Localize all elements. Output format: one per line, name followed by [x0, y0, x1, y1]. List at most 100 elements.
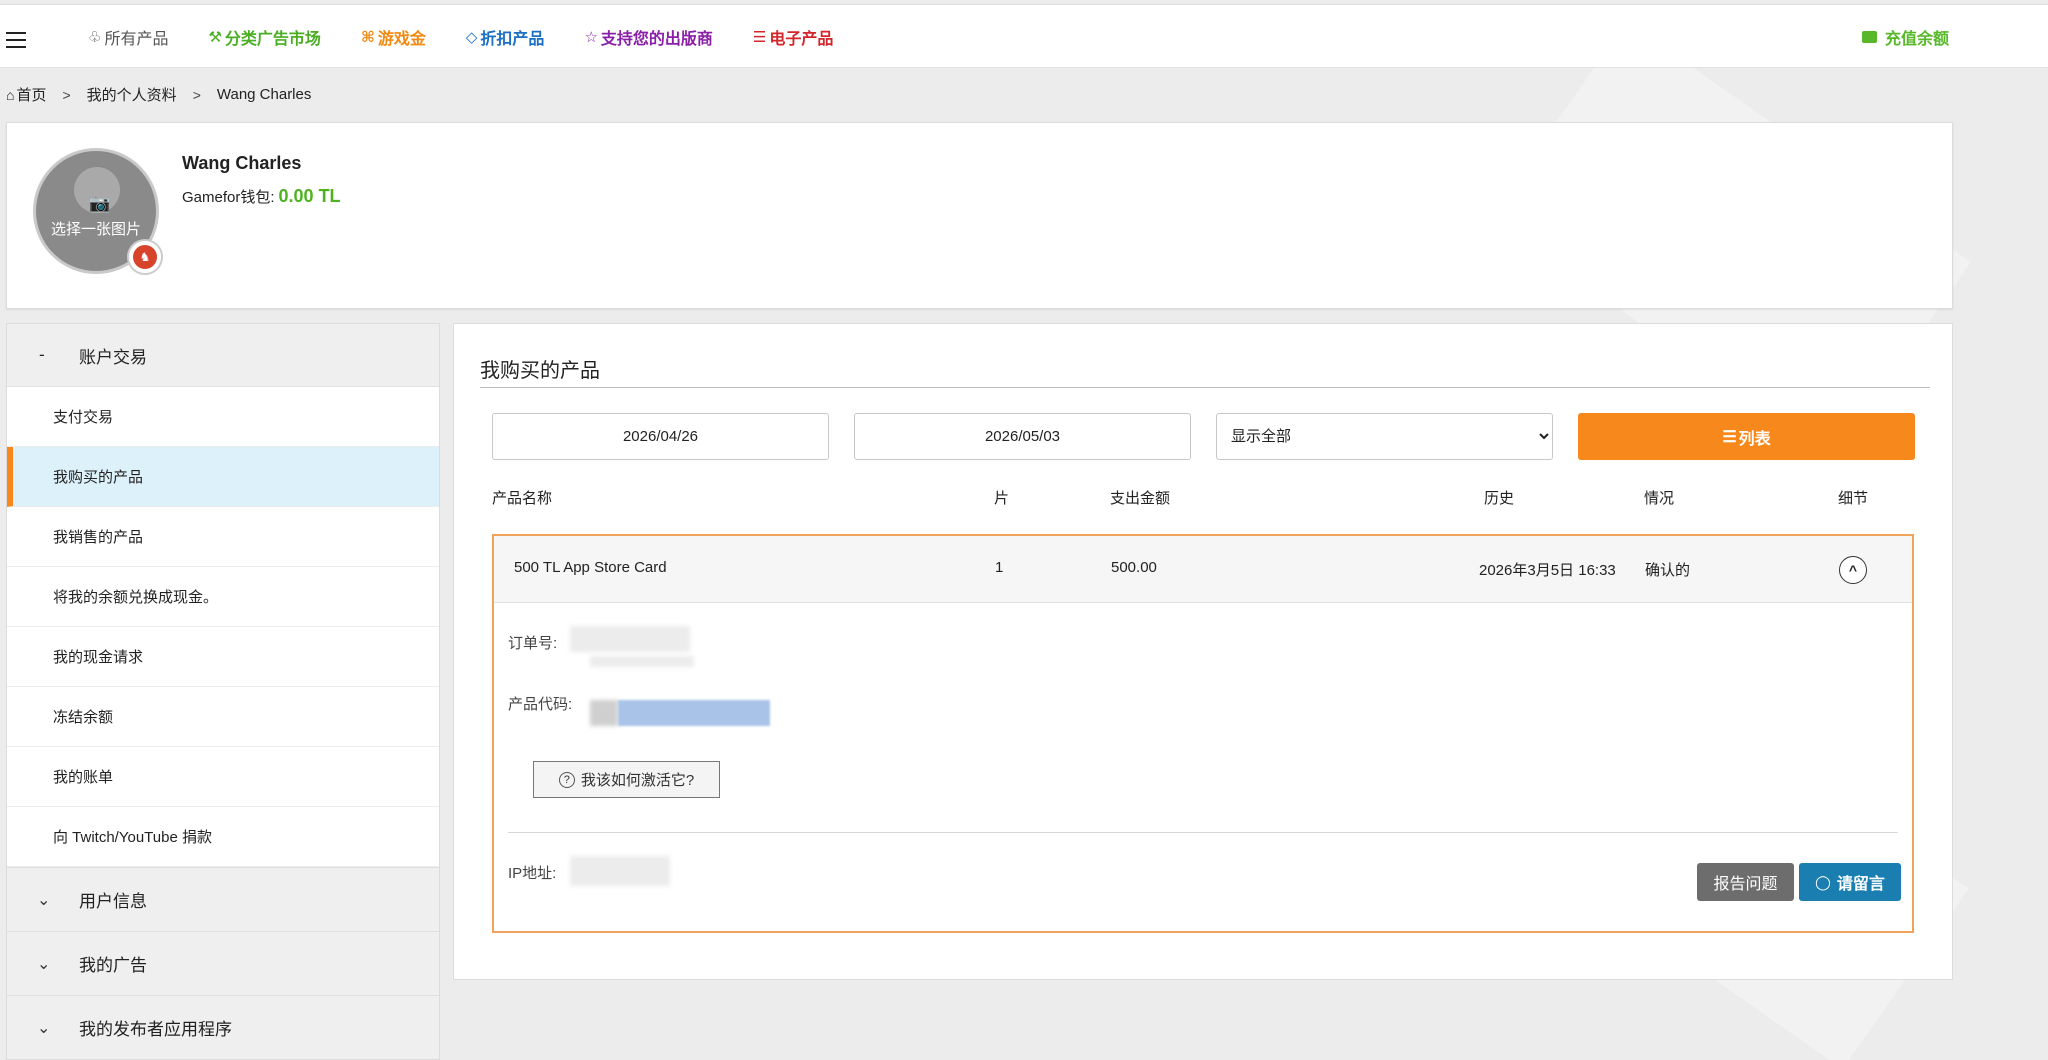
main-nav: ♧ 所有产品 ⚒ 分类广告市场 ⌘ 游戏金 ◇ 折扣产品 ☆ 支持您的出版商 ☰ 电子产品 — [88, 5, 873, 69]
sidebar-item-1[interactable]: 我购买的产品 — [7, 447, 439, 507]
wallet-amount: 0.00 TL — [278, 186, 341, 206]
order-status: 确认的 — [1645, 562, 1691, 579]
status-filter-select[interactable]: 显示全部 — [1216, 413, 1553, 460]
sidebar-group-1[interactable]: ⌄ 我的广告 — [7, 931, 439, 995]
leave-message-button[interactable]: ◯ 请留言 — [1799, 863, 1901, 901]
sidebar-group-label: 我的发布者应用程序 — [79, 1020, 232, 1039]
sidebar-group-label: 用户信息 — [79, 892, 147, 911]
table-row[interactable]: 500 TL App Store Card 1 500.00 2026年3月5日… — [494, 536, 1912, 603]
chevron-right-icon: > — [192, 86, 201, 103]
order-number-redacted — [590, 656, 694, 667]
report-problem-button[interactable]: 报告问题 — [1697, 863, 1794, 901]
nav-item-1[interactable]: ⚒ 分类广告市场 — [208, 25, 320, 49]
nav-item-label: 支持您的出版商 — [600, 31, 713, 48]
leave-message-label: 请留言 — [1836, 876, 1885, 893]
sidebar-items: 支付交易 我购买的产品 我销售的产品 将我的余额兑换成现金。 我的现金请求 冻结余额 我的账… — [7, 387, 439, 867]
gamepad-icon: ⌘ — [360, 29, 375, 46]
sidebar-item-3[interactable]: 将我的余额兑换成现金。 — [7, 567, 439, 627]
wallet-balance: Gamefor钱包: 0.00 TL — [182, 186, 341, 207]
question-icon: ? — [558, 771, 575, 788]
coins-icon: ☰ — [752, 29, 767, 46]
order-number-redacted — [570, 626, 690, 652]
nav-item-label: 所有产品 — [104, 31, 169, 48]
sidebar-item-4[interactable]: 我的现金请求 — [7, 627, 439, 687]
list-button[interactable]: ☰ 列表 — [1578, 413, 1915, 460]
pick-image-label: 选择一张图片 — [50, 221, 141, 238]
date-to-input[interactable] — [854, 413, 1191, 460]
breadcrumb-profile[interactable]: 我的个人资料 — [87, 84, 177, 105]
collapse-marker: - — [39, 345, 45, 364]
sidebar-groups: ⌄ 用户信息 ⌄ 我的广告 ⌄ 我的发布者应用程序 — [7, 867, 439, 1059]
hammer-icon: ⚒ — [208, 29, 222, 46]
product-code-label: 产品代码: — [508, 696, 573, 713]
breadcrumb-current: Wang Charles — [216, 86, 312, 103]
column-header-qty: 片 — [994, 490, 1010, 507]
ip-address-redacted — [570, 856, 670, 886]
nav-item-0[interactable]: ♧ 所有产品 — [88, 25, 168, 49]
order-amount: 500.00 — [1111, 559, 1157, 576]
nav-item-4[interactable]: ☆ 支持您的出版商 — [584, 25, 712, 49]
wallet-label: Gamefor钱包: — [182, 189, 275, 206]
nav-item-2[interactable]: ⌘ 游戏金 — [361, 25, 426, 49]
order-product-name: 500 TL App Store Card — [514, 559, 667, 576]
account-sidebar: - 账户交易 支付交易 我购买的产品 我销售的产品 将我的余额兑换成现金。 我的现金请求… — [6, 323, 440, 1060]
list-button-label: 列表 — [1738, 430, 1771, 448]
product-code-redacted[interactable] — [618, 700, 770, 726]
sidebar-section-title: 账户交易 — [79, 347, 147, 367]
nav-item-label: 游戏金 — [377, 31, 426, 48]
badge-icon: ♞ — [133, 245, 157, 269]
page-title: 我购买的产品 — [480, 360, 600, 382]
breadcrumb-home[interactable]: 首页 — [16, 84, 46, 105]
tag-icon: ◇ — [465, 29, 478, 46]
star-icon: ☆ — [584, 29, 598, 46]
chevron-down-icon: ⌄ — [37, 955, 51, 973]
column-header-amount: 支出金额 — [1110, 490, 1171, 507]
sidebar-item-2[interactable]: 我销售的产品 — [7, 507, 439, 567]
date-from-input[interactable] — [492, 413, 829, 460]
how-to-activate-label: 我该如何激活它? — [580, 772, 695, 789]
nav-item-5[interactable]: ☰ 电子产品 — [753, 25, 833, 49]
chevron-down-icon: ⌄ — [37, 1019, 51, 1037]
chat-bubble-icon: ◯ — [1815, 873, 1831, 890]
recharge-balance-link[interactable]: 充值余额 — [1862, 5, 1949, 69]
chevron-down-icon: ⌄ — [37, 891, 51, 909]
nav-item-3[interactable]: ◇ 折扣产品 — [466, 25, 545, 49]
profile-name: Wang Charles — [182, 153, 302, 173]
divider — [480, 387, 1930, 388]
sidebar-item-6[interactable]: 我的账单 — [7, 747, 439, 807]
list-icon: ☰ — [1722, 428, 1737, 446]
how-to-activate-button[interactable]: ? 我该如何激活它? — [533, 761, 720, 798]
sidebar-item-5[interactable]: 冻结余额 — [7, 687, 439, 747]
top-navigation-bar: ♧ 所有产品 ⚒ 分类广告市场 ⌘ 游戏金 ◇ 折扣产品 ☆ 支持您的出版商 ☰ 电子产品 充值余额 — [0, 4, 2048, 68]
sidebar-group-0[interactable]: ⌄ 用户信息 — [7, 867, 439, 931]
sidebar-section-account-transactions[interactable]: - 账户交易 — [7, 324, 439, 387]
recharge-label: 充值余额 — [1885, 31, 1950, 48]
camera-icon: 📷 — [89, 194, 111, 213]
product-code-redacted — [590, 700, 618, 726]
divider — [508, 832, 1898, 833]
nav-item-label: 电子产品 — [769, 31, 834, 48]
people-icon: ♧ — [88, 29, 102, 46]
sidebar-item-0[interactable]: 支付交易 — [7, 387, 439, 447]
sidebar-group-2[interactable]: ⌄ 我的发布者应用程序 — [7, 995, 439, 1059]
purchased-products-panel: 我购买的产品 显示全部 ☰ 列表 产品名称 片 支出金额 历史 情况 细节 50… — [453, 323, 1953, 980]
order-number-label: 订单号: — [508, 635, 558, 652]
nav-item-label: 折扣产品 — [480, 31, 545, 48]
order-date: 2026年3月5日 16:33 — [1479, 562, 1616, 579]
sidebar-item-7[interactable]: 向 Twitch/YouTube 捐款 — [7, 807, 439, 867]
order-qty: 1 — [995, 559, 1004, 576]
column-header-history: 历史 — [1484, 490, 1515, 507]
chevron-up-icon[interactable]: ^ — [1839, 556, 1867, 584]
menu-icon[interactable] — [6, 32, 26, 48]
avatar-badge: ♞ — [127, 239, 163, 275]
sidebar-group-label: 我的广告 — [79, 956, 147, 975]
wallet-icon — [1862, 31, 1877, 43]
breadcrumb: ⌂ 首页 > 我的个人资料 > Wang Charles — [6, 84, 311, 105]
home-icon: ⌂ — [6, 86, 15, 103]
nav-item-label: 分类广告市场 — [224, 31, 321, 48]
order-card: 500 TL App Store Card 1 500.00 2026年3月5日… — [492, 534, 1914, 933]
profile-card: 📷 选择一张图片 ♞ Wang Charles Gamefor钱包: 0.00 … — [6, 122, 1953, 309]
column-header-name: 产品名称 — [492, 490, 553, 507]
chevron-right-icon: > — [62, 86, 71, 103]
column-header-detail: 细节 — [1838, 490, 1869, 507]
